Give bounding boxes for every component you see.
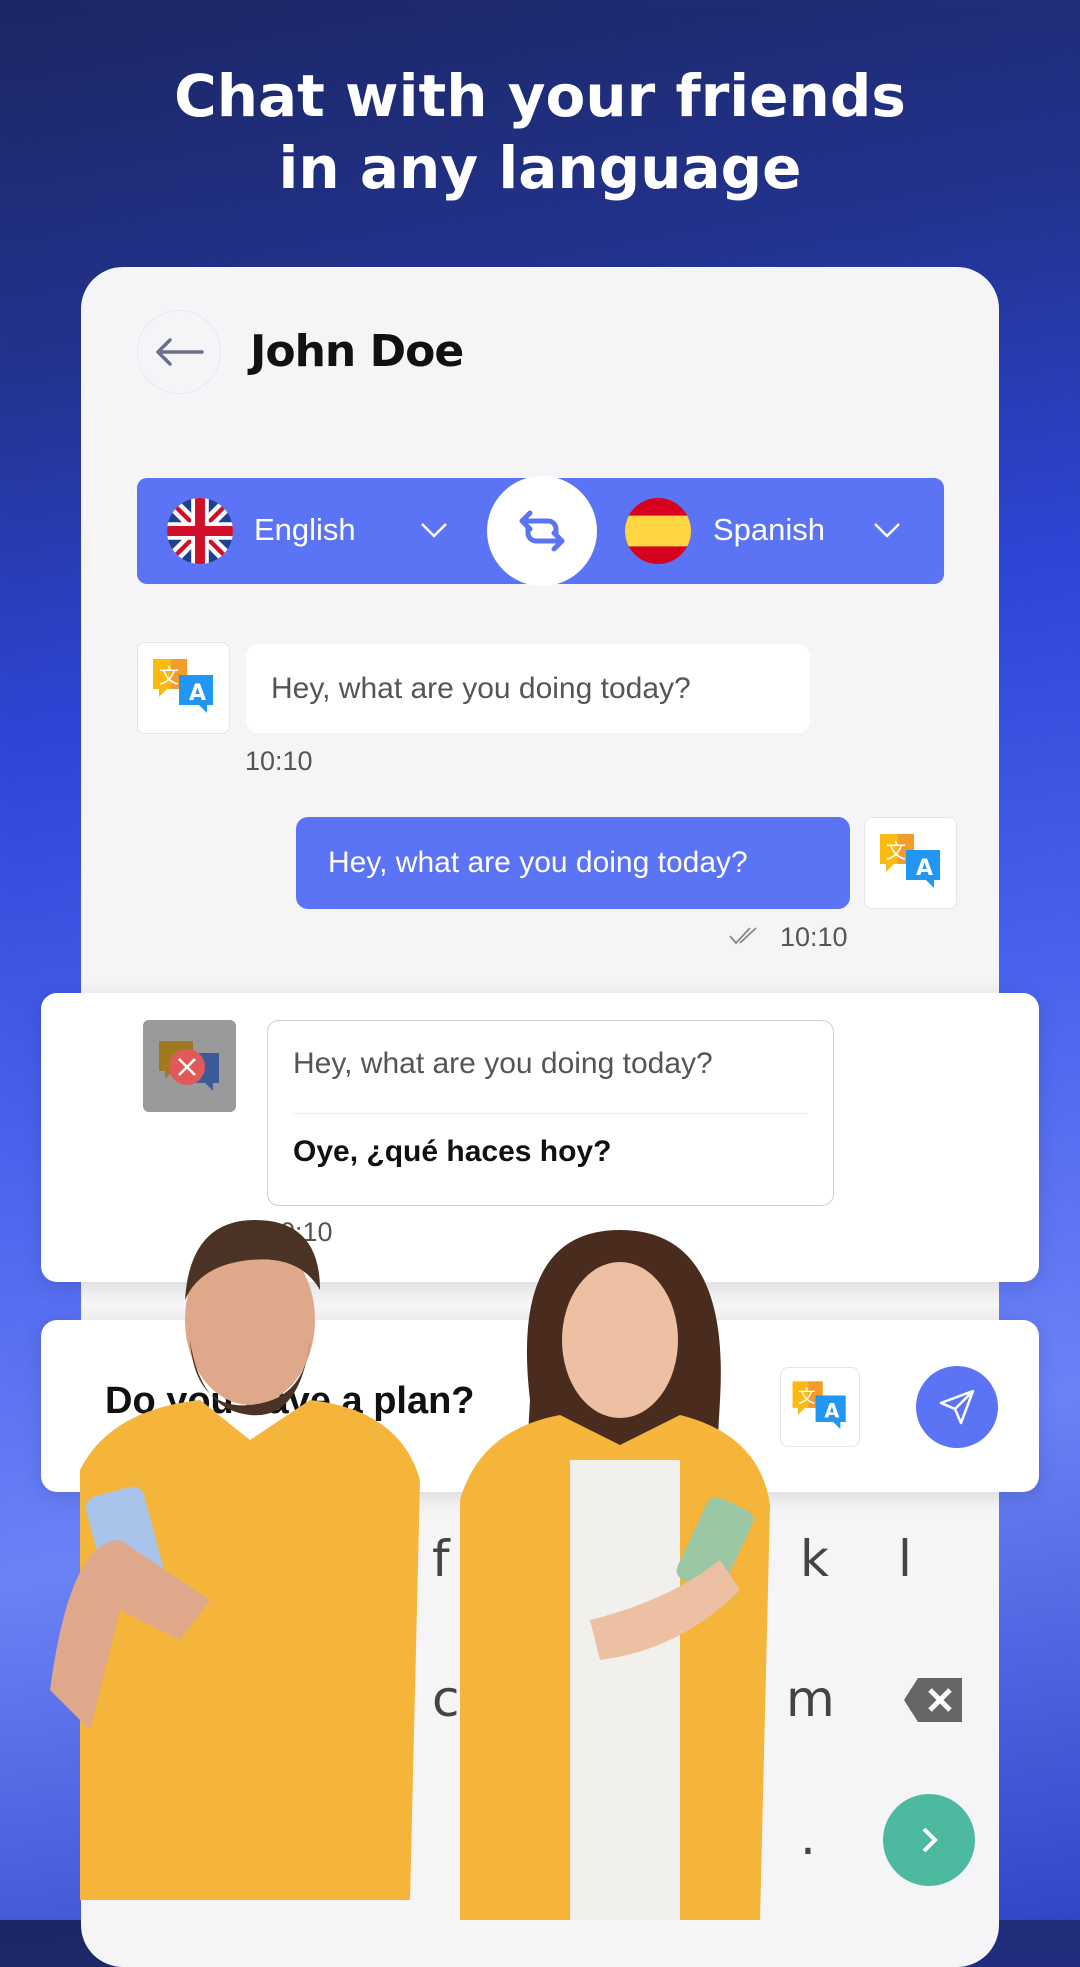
chevron-down-icon[interactable] — [872, 514, 902, 544]
chevron-down-icon[interactable] — [419, 514, 449, 544]
enter-button[interactable] — [883, 1794, 975, 1886]
backspace-icon[interactable] — [902, 1676, 964, 1724]
send-button[interactable] — [916, 1366, 998, 1448]
arrow-left-icon — [156, 338, 204, 366]
translate-icon: 文A — [879, 834, 940, 888]
language-bar: English Spanish — [137, 476, 944, 586]
incoming-message: Hey, what are you doing today? — [246, 644, 810, 733]
divider — [293, 1113, 808, 1114]
man-with-phone-photo — [50, 1220, 420, 1900]
woman-with-phone-photo — [460, 1230, 770, 1920]
swap-languages-button[interactable] — [487, 476, 597, 586]
send-icon — [939, 1389, 975, 1425]
headline-line1: Chat with your friends — [174, 62, 906, 130]
svg-text:文: 文 — [886, 839, 906, 863]
svg-text:文: 文 — [159, 664, 179, 688]
svg-text:A: A — [824, 1400, 839, 1423]
svg-text:A: A — [189, 681, 206, 706]
spain-flag-icon — [625, 498, 691, 564]
key-l[interactable]: l — [898, 1530, 912, 1588]
svg-text:文: 文 — [798, 1387, 816, 1408]
translated-text: Oye, ¿qué haces hoy? — [293, 1135, 612, 1168]
contact-name: John Doe — [250, 326, 464, 377]
translation-unavailable-icon[interactable] — [143, 1020, 236, 1112]
translate-icon-button[interactable]: 文A — [137, 642, 230, 734]
translate-icon-button[interactable]: 文A — [864, 817, 957, 909]
read-check-icon — [729, 927, 757, 945]
swap-icon — [519, 510, 565, 552]
uk-flag-icon — [167, 498, 233, 564]
message-time: 10:10 — [245, 746, 313, 776]
translate-icon: 文A — [152, 659, 213, 713]
original-text: Hey, what are you doing today? — [293, 1047, 713, 1080]
key-k[interactable]: k — [800, 1530, 829, 1588]
target-language-select[interactable]: Spanish — [713, 512, 825, 548]
outgoing-message: Hey, what are you doing today? — [296, 817, 850, 909]
headline-line2: in any language — [278, 134, 802, 202]
svg-text:A: A — [916, 856, 933, 881]
back-button[interactable] — [137, 310, 221, 394]
chevron-right-icon — [922, 1827, 938, 1853]
headline: Chat with your friends in any language — [0, 60, 1080, 204]
translation-bubble: Hey, what are you doing today? Oye, ¿qué… — [267, 1020, 834, 1206]
message-time: 10:10 — [780, 922, 848, 952]
source-language-select[interactable]: English — [254, 512, 356, 548]
key-period[interactable]: . — [800, 1808, 816, 1866]
